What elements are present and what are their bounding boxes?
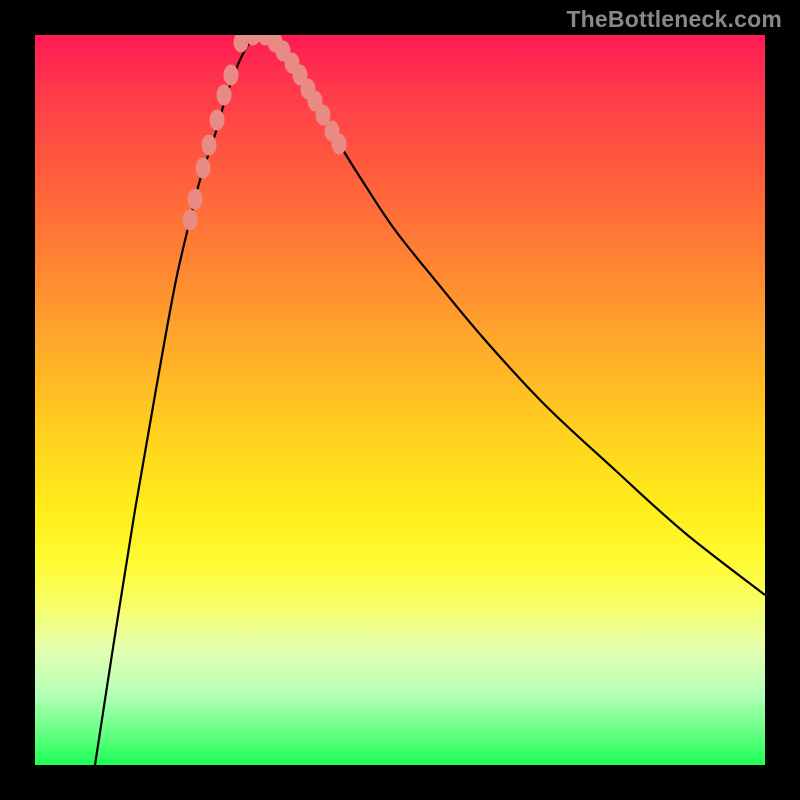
- right-curve: [260, 35, 765, 595]
- data-dot: [196, 158, 211, 179]
- data-dot: [183, 210, 198, 231]
- data-dot: [210, 110, 225, 131]
- data-dot: [188, 189, 203, 210]
- left-curve: [95, 35, 260, 765]
- plot-overlay: [35, 35, 765, 765]
- dots-bottom-group: [234, 35, 273, 53]
- chart-frame: TheBottleneck.com: [0, 0, 800, 800]
- dots-right-group: [268, 35, 347, 155]
- watermark-text: TheBottleneck.com: [566, 6, 782, 33]
- data-dot: [217, 85, 232, 106]
- dots-left-group: [183, 65, 239, 231]
- data-dot: [332, 134, 347, 155]
- data-dot: [202, 135, 217, 156]
- data-dot: [224, 65, 239, 86]
